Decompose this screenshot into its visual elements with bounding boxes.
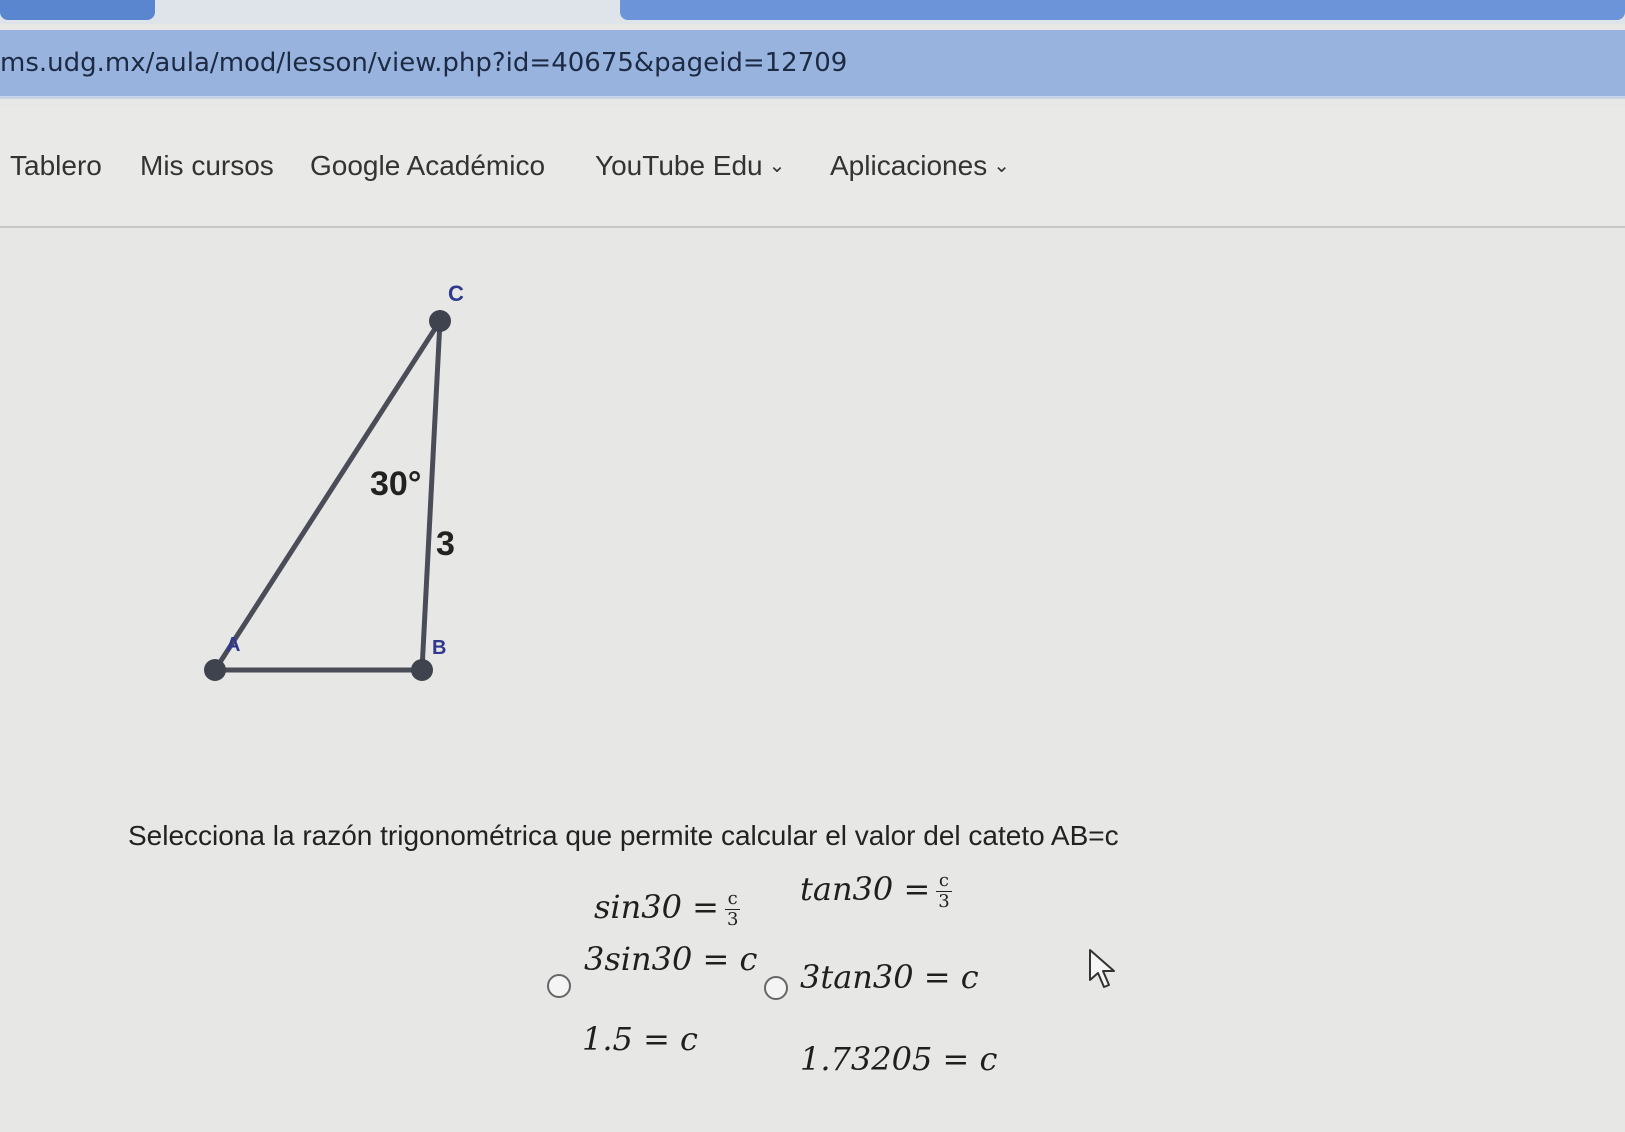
nav-item-label: Tablero [10, 150, 102, 181]
nav-item-aplicaciones[interactable]: Aplicaciones ⌄ [830, 150, 1010, 182]
option-1-equation-2: 3sin30 = c [584, 940, 758, 978]
option-2-equation-3: 1.73205 = c [800, 1040, 998, 1078]
nav-item-label: Google Académico [310, 150, 546, 181]
vertex-a-point [204, 659, 226, 681]
vertex-a-label: A [226, 634, 240, 656]
option-2-radio[interactable] [764, 976, 788, 1000]
address-bar[interactable]: ms.udg.mx/aula/mod/lesson/view.php?id=40… [0, 30, 1625, 99]
browser-tab-active[interactable] [620, 0, 1625, 20]
nav-item-label: Aplicaciones [830, 150, 988, 181]
vertex-c-label: C [448, 281, 464, 306]
nav-item-tablero[interactable]: Tablero [10, 150, 102, 182]
chevron-down-icon: ⌄ [768, 155, 786, 177]
side-bc [419, 320, 443, 671]
angle-label: 30° [370, 465, 421, 503]
mouse-pointer-icon [1089, 949, 1115, 988]
fraction: c3 [936, 870, 952, 912]
url-text[interactable]: ms.udg.mx/aula/mod/lesson/view.php?id=40… [0, 48, 847, 78]
browser-tab[interactable] [0, 0, 155, 20]
top-navigation: Tablero Mis cursos Google Académico YouT… [0, 106, 1625, 228]
fraction: c3 [724, 888, 741, 930]
triangle-diagram: C A B 30° 3 [204, 281, 464, 681]
nav-item-google-academico[interactable]: Google Académico [310, 150, 545, 182]
nav-item-youtube-edu[interactable]: YouTube Edu ⌄ [595, 150, 785, 182]
nav-item-mis-cursos[interactable]: Mis cursos [140, 150, 274, 182]
vertex-b-label: B [432, 637, 446, 659]
browser-tab-strip [0, 0, 1625, 24]
option-2-equation-2: 3tan30 = c [800, 958, 979, 996]
option-1-equation-1: sin30 = c 3 [594, 888, 741, 930]
nav-item-label: YouTube Edu [595, 150, 763, 181]
vertex-b-point [411, 659, 433, 681]
option-1-radio[interactable] [547, 974, 571, 998]
option-1-equation-3: 1.5 = c [582, 1020, 698, 1058]
side-length-label: 3 [436, 525, 455, 563]
nav-item-label: Mis cursos [140, 150, 274, 181]
question-text: Selecciona la razón trigonométrica que p… [128, 820, 1119, 851]
chevron-down-icon: ⌄ [993, 155, 1010, 177]
vertex-c-point [429, 310, 451, 332]
option-2-equation-1: tan30 = c 3 [800, 870, 952, 912]
